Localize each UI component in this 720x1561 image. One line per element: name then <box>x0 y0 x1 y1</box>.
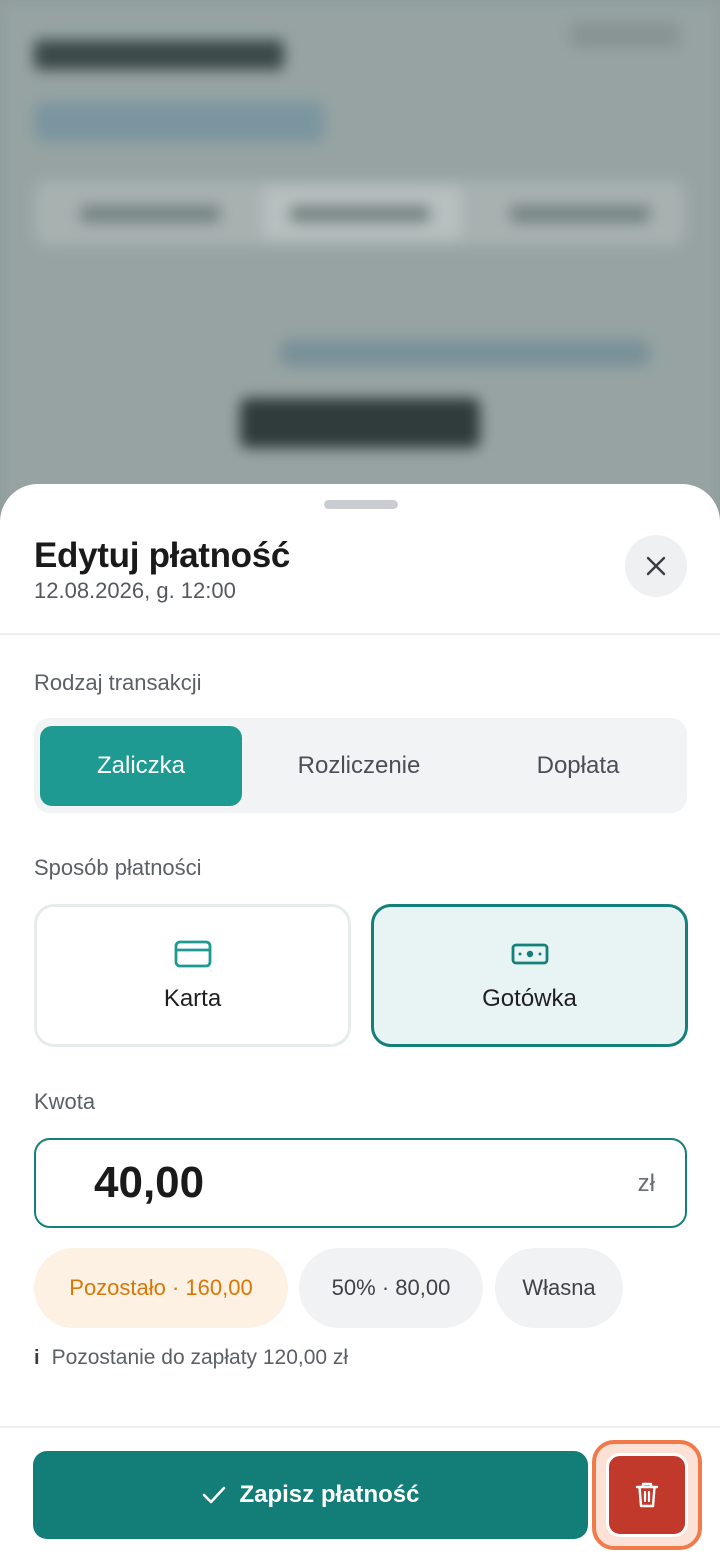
sheet-title: Edytuj płatność <box>34 536 291 575</box>
background-toolbar-blur <box>570 22 680 48</box>
trash-icon <box>635 1482 659 1508</box>
amount-input[interactable]: 40,00 zł <box>34 1138 687 1228</box>
amount-label: Kwota <box>34 1089 96 1114</box>
quick-amount-custom[interactable]: Własna <box>495 1248 623 1328</box>
close-button[interactable] <box>625 535 687 597</box>
payment-method-card-label: Karta <box>163 984 222 1012</box>
edit-payment-sheet: Edytuj płatność 12.08.2026, g. 12:00 Rod… <box>0 484 720 1561</box>
payment-method-cash[interactable]: Gotówka <box>371 904 688 1047</box>
background-chip-blur <box>34 102 324 142</box>
segment-zaliczka[interactable]: Zaliczka <box>40 726 242 806</box>
close-icon <box>646 556 666 576</box>
background-tab-text-blur <box>510 206 650 222</box>
remaining-info: i Pozostanie do zapłaty 120,00 zł <box>34 1346 348 1370</box>
cash-icon <box>511 943 548 964</box>
credit-card-icon <box>174 940 211 967</box>
background-tab-text-blur <box>290 206 430 222</box>
background-title-blur <box>34 40 284 70</box>
footer-divider <box>0 1426 720 1428</box>
payment-method-card[interactable]: Karta <box>34 904 351 1047</box>
save-payment-button[interactable]: Zapisz płatność <box>33 1451 588 1539</box>
amount-value: 40,00 <box>94 1158 205 1207</box>
quick-amount-remaining[interactable]: Pozostało · 160,00 <box>34 1248 288 1328</box>
sheet-drag-handle[interactable] <box>324 500 398 509</box>
payment-method-label: Sposób płatności <box>34 855 202 880</box>
quick-amount-half[interactable]: 50% · 80,00 <box>299 1248 483 1328</box>
background-app <box>0 0 720 520</box>
info-icon: i <box>34 1346 40 1369</box>
amount-unit: zł <box>637 1170 655 1197</box>
remaining-info-text: Pozostanie do zapłaty 120,00 zł <box>51 1346 349 1369</box>
segment-rozliczenie[interactable]: Rozliczenie <box>250 726 468 806</box>
background-amount-blur <box>240 398 480 448</box>
background-tab-text-blur <box>80 206 220 222</box>
payment-method-cash-label: Gotówka <box>482 984 577 1012</box>
header-divider <box>0 633 720 635</box>
sheet-subtitle: 12.08.2026, g. 12:00 <box>34 578 236 603</box>
transaction-type-selector: Zaliczka Rozliczenie Dopłata <box>34 718 687 813</box>
checkmark-icon <box>203 1486 226 1504</box>
background-line-blur <box>280 340 650 366</box>
save-payment-label: Zapisz płatność <box>239 1481 420 1508</box>
delete-payment-button[interactable] <box>606 1453 688 1537</box>
segment-doplata[interactable]: Dopłata <box>474 726 682 806</box>
transaction-type-label: Rodzaj transakcji <box>34 670 202 695</box>
